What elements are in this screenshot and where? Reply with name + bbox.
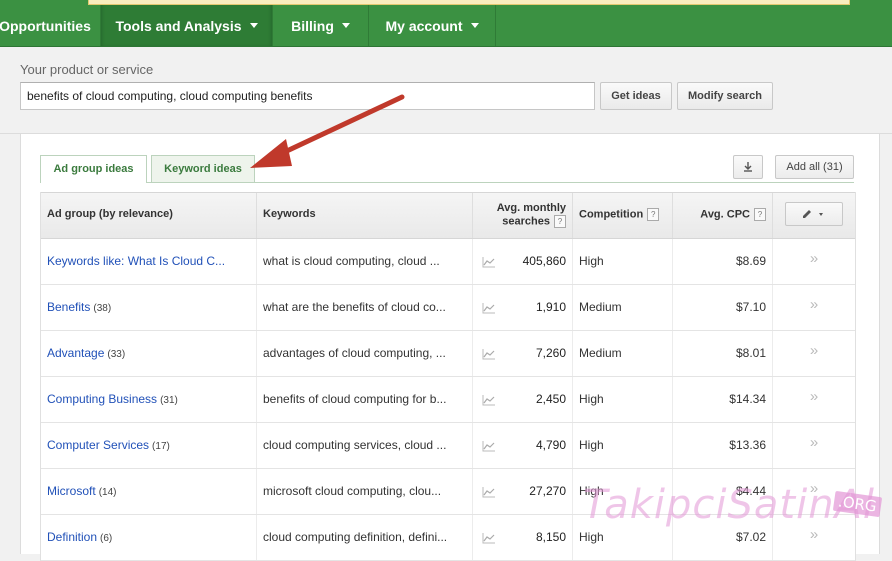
watermark: TakipciSatinAl — [583, 482, 876, 528]
annotation-arrow — [250, 94, 405, 168]
